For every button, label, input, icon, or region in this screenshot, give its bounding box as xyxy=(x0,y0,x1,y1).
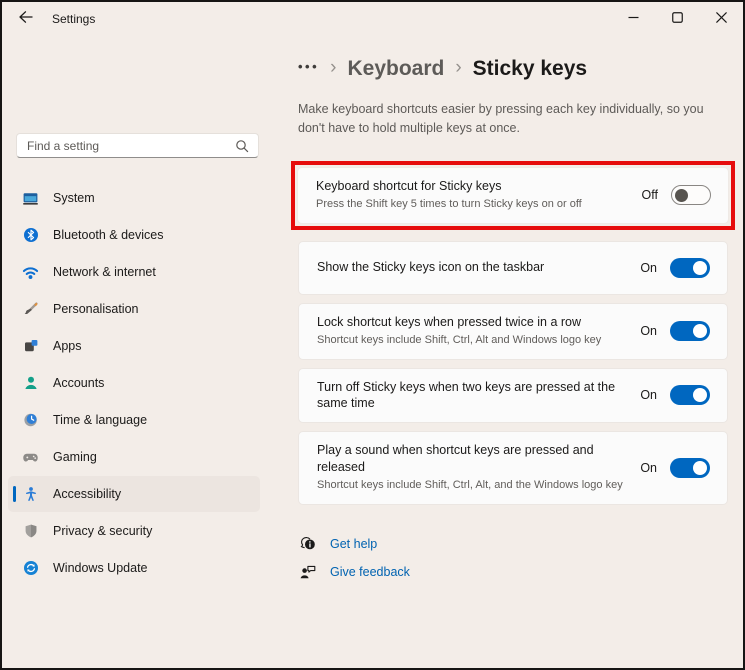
sidebar-item-privacy-security[interactable]: Privacy & security xyxy=(8,513,260,549)
close-icon xyxy=(716,10,727,28)
setting-title: Play a sound when shortcut keys are pres… xyxy=(317,442,629,475)
sidebar-item-windows-update[interactable]: Windows Update xyxy=(8,550,260,586)
accessibility-icon xyxy=(22,486,39,503)
toggle-state-label: On xyxy=(640,388,657,402)
setting-control: On xyxy=(640,385,711,405)
sidebar-item-label: Network & internet xyxy=(53,265,156,279)
settings-window: Settings xyxy=(0,0,745,670)
setting-title: Lock shortcut keys when pressed twice in… xyxy=(317,314,629,331)
sidebar-item-label: Gaming xyxy=(53,450,97,464)
give-feedback-icon xyxy=(298,563,317,582)
sidebar-item-label: Privacy & security xyxy=(53,524,152,538)
give-feedback-label: Give feedback xyxy=(330,565,410,579)
setting-subtitle: Shortcut keys include Shift, Ctrl, Alt, … xyxy=(317,478,629,493)
breadcrumb-separator: › xyxy=(330,57,336,82)
sidebar-item-accessibility[interactable]: Accessibility xyxy=(8,476,260,512)
sidebar-item-label: Bluetooth & devices xyxy=(53,228,164,242)
setting-title: Keyboard shortcut for Sticky keys xyxy=(316,178,628,195)
caption-buttons xyxy=(611,2,743,36)
minimize-icon xyxy=(628,10,639,28)
sidebar-item-apps[interactable]: Apps xyxy=(8,328,260,364)
red-highlight-annotation: Keyboard shortcut for Sticky keys Press … xyxy=(291,161,735,230)
setting-text: Show the Sticky keys icon on the taskbar xyxy=(317,259,629,276)
sidebar: System Bluetooth & devices Network & int… xyxy=(8,180,260,587)
system-icon xyxy=(22,190,39,207)
sidebar-item-label: Windows Update xyxy=(53,561,148,575)
close-button[interactable] xyxy=(699,2,743,36)
give-feedback-link[interactable]: Give feedback xyxy=(298,563,410,582)
setting-text: Turn off Sticky keys when two keys are p… xyxy=(317,379,629,412)
setting-card-turn-off-two-keys: Turn off Sticky keys when two keys are p… xyxy=(298,368,728,423)
setting-title: Show the Sticky keys icon on the taskbar xyxy=(317,259,629,276)
toggle-state-label: Off xyxy=(642,188,658,202)
search-icon xyxy=(235,139,249,153)
sidebar-item-bluetooth-devices[interactable]: Bluetooth & devices xyxy=(8,217,260,253)
privacy-security-icon xyxy=(22,523,39,540)
sidebar-item-network-internet[interactable]: Network & internet xyxy=(8,254,260,290)
network-icon xyxy=(22,264,39,281)
titlebar: Settings xyxy=(2,2,743,36)
personalisation-icon xyxy=(22,301,39,318)
sidebar-item-personalisation[interactable]: Personalisation xyxy=(8,291,260,327)
setting-control: On xyxy=(640,321,711,341)
sidebar-item-label: Time & language xyxy=(53,413,147,427)
lock-shortcut-keys-toggle[interactable] xyxy=(670,321,710,341)
sticky-keys-shortcut-toggle[interactable] xyxy=(671,185,711,205)
setting-title: Turn off Sticky keys when two keys are p… xyxy=(317,379,629,412)
back-button[interactable] xyxy=(8,4,42,34)
setting-card-taskbar-icon: Show the Sticky keys icon on the taskbar… xyxy=(298,241,728,295)
setting-control: Off xyxy=(642,185,712,205)
sidebar-item-label: Accessibility xyxy=(53,487,121,501)
toggle-state-label: On xyxy=(640,261,657,275)
search-input[interactable] xyxy=(17,139,235,153)
settings-cards: Keyboard shortcut for Sticky keys Press … xyxy=(298,161,728,505)
setting-subtitle: Press the Shift key 5 times to turn Stic… xyxy=(316,197,628,212)
get-help-icon xyxy=(298,535,317,554)
main-content: ••• › Keyboard › Sticky keys Make keyboa… xyxy=(298,50,728,591)
sidebar-item-system[interactable]: System xyxy=(8,180,260,216)
setting-control: On xyxy=(640,258,711,278)
maximize-icon xyxy=(672,10,683,28)
setting-text: Lock shortcut keys when pressed twice in… xyxy=(317,314,629,349)
sidebar-item-gaming[interactable]: Gaming xyxy=(8,439,260,475)
page-title: Sticky keys xyxy=(473,57,587,81)
page-description: Make keyboard shortcuts easier by pressi… xyxy=(298,100,728,139)
breadcrumb: ••• › Keyboard › Sticky keys xyxy=(298,50,728,88)
footer-links: Get help Give feedback xyxy=(298,535,728,582)
setting-subtitle: Shortcut keys include Shift, Ctrl, Alt a… xyxy=(317,333,629,348)
sidebar-item-label: Accounts xyxy=(53,376,104,390)
setting-text: Keyboard shortcut for Sticky keys Press … xyxy=(316,178,628,213)
gaming-icon xyxy=(22,449,39,466)
setting-card-lock-shortcut-keys: Lock shortcut keys when pressed twice in… xyxy=(298,303,728,360)
back-arrow-icon xyxy=(18,10,33,29)
get-help-label: Get help xyxy=(330,537,377,551)
breadcrumb-separator: › xyxy=(455,57,461,82)
sidebar-item-label: Apps xyxy=(53,339,82,353)
toggle-state-label: On xyxy=(640,461,657,475)
turn-off-two-keys-toggle[interactable] xyxy=(670,385,710,405)
minimize-button[interactable] xyxy=(611,2,655,36)
window-title: Settings xyxy=(52,12,95,26)
setting-text: Play a sound when shortcut keys are pres… xyxy=(317,442,629,494)
breadcrumb-ellipsis-button[interactable]: ••• xyxy=(298,59,319,79)
apps-icon xyxy=(22,338,39,355)
accounts-icon xyxy=(22,375,39,392)
setting-card-keyboard-shortcut: Keyboard shortcut for Sticky keys Press … xyxy=(297,167,729,224)
search-box xyxy=(16,133,259,158)
sidebar-item-label: Personalisation xyxy=(53,302,138,316)
sidebar-item-label: System xyxy=(53,191,95,205)
get-help-link[interactable]: Get help xyxy=(298,535,377,554)
taskbar-icon-toggle[interactable] xyxy=(670,258,710,278)
breadcrumb-keyboard[interactable]: Keyboard xyxy=(347,57,444,81)
toggle-state-label: On xyxy=(640,324,657,338)
play-sound-toggle[interactable] xyxy=(670,458,710,478)
bluetooth-icon xyxy=(22,227,39,244)
sidebar-item-time-language[interactable]: Time & language xyxy=(8,402,260,438)
sidebar-item-accounts[interactable]: Accounts xyxy=(8,365,260,401)
time-language-icon xyxy=(22,412,39,429)
windows-update-icon xyxy=(22,560,39,577)
setting-control: On xyxy=(640,458,711,478)
setting-card-play-sound: Play a sound when shortcut keys are pres… xyxy=(298,431,728,505)
maximize-button[interactable] xyxy=(655,2,699,36)
